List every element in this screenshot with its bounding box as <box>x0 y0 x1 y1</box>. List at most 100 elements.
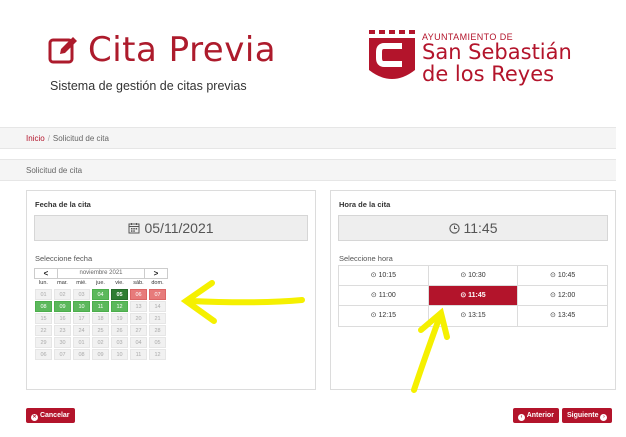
time-slot-label: 12:15 <box>378 312 396 319</box>
calendar-day: 19 <box>111 313 128 324</box>
breadcrumb: Inicio / Solicitud de cita <box>0 127 616 149</box>
calendar-day[interactable]: 10 <box>73 301 90 312</box>
selected-date-display: 05/11/2021 <box>34 215 308 241</box>
municipality-logo: AYUNTAMIENTO DE San Sebastián de los Rey… <box>368 30 572 86</box>
calendar-day: 24 <box>73 325 90 336</box>
clock-icon: ⊙ <box>550 292 558 299</box>
time-panel: Hora de la cita 11:45 Seleccione hora ⊙ … <box>330 190 616 390</box>
time-slot-row: ⊙ 10:15 ⊙ 10:30 ⊙ 10:45 <box>339 266 608 286</box>
cancel-button-label: Cancelar <box>39 412 70 419</box>
selected-time-value: 11:45 <box>463 220 498 236</box>
calendar-nav: < noviembre 2021 > <box>34 268 168 279</box>
time-slot[interactable]: ⊙ 13:45 <box>518 306 608 326</box>
breadcrumb-separator: / <box>47 134 50 143</box>
calendar-day: 15 <box>35 313 52 324</box>
calendar-day: 25 <box>92 325 109 336</box>
calendar-day[interactable]: 11 <box>92 301 109 312</box>
clock-icon: ⊙ <box>460 312 469 319</box>
time-slot[interactable]: ⊙ 12:00 <box>518 286 608 306</box>
time-slot[interactable]: ⊙ 11:00 <box>339 286 429 306</box>
breadcrumb-current: Solicitud de cita <box>52 134 109 143</box>
calendar-day: 10 <box>111 349 128 360</box>
time-slot[interactable]: ⊙ 12:15 <box>339 306 429 326</box>
calendar-day: 22 <box>35 325 52 336</box>
calendar-day: 03 <box>73 289 90 300</box>
time-slot[interactable]: ⊙ 10:45 <box>518 266 608 286</box>
calendar-weekdays: lun. mar. mié. jue. vie. sáb. dom. <box>34 279 168 288</box>
calendar-day[interactable]: 08 <box>35 301 52 312</box>
calendar-day: 26 <box>111 325 128 336</box>
time-slot-label: 10:30 <box>468 272 486 279</box>
calendar-day: 06 <box>130 289 147 300</box>
calendar-day: 11 <box>130 349 147 360</box>
brand: Cita Previa <box>48 30 276 70</box>
calendar-day: 03 <box>111 337 128 348</box>
clock-icon: ⊙ <box>370 292 379 299</box>
next-button-label: Siguiente <box>567 412 599 419</box>
calendar-week-row: 22 23 24 25 26 27 28 <box>34 324 168 336</box>
calendar-day: 18 <box>92 313 109 324</box>
weekday-label: mar. <box>57 280 68 286</box>
time-slot-label: 11:00 <box>378 292 396 299</box>
calendar-icon <box>128 223 140 234</box>
cancel-icon: ✕ <box>31 414 38 421</box>
weekday-label: mié. <box>76 280 87 286</box>
calendar-day[interactable]: 09 <box>54 301 71 312</box>
calendar-week-row: 01 02 03 04 05 06 07 <box>34 288 168 300</box>
calendar-day: 27 <box>130 325 147 336</box>
calendar-day: 28 <box>149 325 166 336</box>
calendar-day[interactable]: 04 <box>92 289 109 300</box>
calendar-day: 14 <box>149 301 166 312</box>
time-slot-label: 13:45 <box>557 312 576 319</box>
calendar-day[interactable]: 12 <box>111 301 128 312</box>
time-slot-row: ⊙ 12:15 ⊙ 13:15 ⊙ 13:45 <box>339 306 608 326</box>
calendar-day: 02 <box>92 337 109 348</box>
weekday-label: lun. <box>39 280 48 286</box>
calendar-grid: 01 02 03 04 05 06 07 08 09 10 11 12 13 14 15 16 17 18 19 20… <box>34 288 168 360</box>
time-slot[interactable]: ⊙ 13:15 <box>428 306 519 326</box>
calendar-day: 01 <box>73 337 90 348</box>
calendar-day: 02 <box>54 289 71 300</box>
breadcrumb-home-link[interactable]: Inicio <box>26 134 45 143</box>
calendar-day: 17 <box>73 313 90 324</box>
calendar-day: 09 <box>92 349 109 360</box>
clock-icon <box>448 222 460 234</box>
next-button[interactable]: Siguiente › <box>562 408 613 423</box>
selected-time-display: 11:45 <box>338 215 608 241</box>
cancel-button[interactable]: ✕ Cancelar <box>26 408 75 423</box>
calendar-day: 29 <box>35 337 52 348</box>
time-slot-row: ⊙ 11:00 ⊙ 11:45 ⊙ 12:00 <box>339 286 608 306</box>
header: Cita Previa Sistema de gestión de citas … <box>0 0 626 120</box>
time-slot-label: 10:45 <box>557 272 576 279</box>
time-slot-selected[interactable]: ⊙ 11:45 <box>428 286 519 306</box>
calendar-day: 07 <box>149 289 166 300</box>
calendar-day: 30 <box>54 337 71 348</box>
calendar-next-button[interactable]: > <box>145 269 167 278</box>
calendar-day: 16 <box>54 313 71 324</box>
time-slot[interactable]: ⊙ 10:15 <box>339 266 429 286</box>
calendar-day[interactable]: 05 <box>111 289 128 300</box>
chevron-right-icon: › <box>600 414 608 421</box>
calendar-day: 20 <box>130 313 147 324</box>
time-slot-label: 10:15 <box>378 272 396 279</box>
select-date-label: Seleccione fecha <box>35 254 93 263</box>
calendar-month-label: noviembre 2021 <box>57 269 145 278</box>
calendar-prev-button[interactable]: < <box>35 269 57 278</box>
calendar-week-row: 29 30 01 02 03 04 05 <box>34 336 168 348</box>
page: Cita Previa Sistema de gestión de citas … <box>0 0 626 437</box>
time-slot-label: 13:15 <box>468 312 486 319</box>
calendar-day: 06 <box>35 349 52 360</box>
clock-icon: ⊙ <box>550 272 558 279</box>
clock-icon: ⊙ <box>460 292 469 299</box>
time-slot[interactable]: ⊙ 10:30 <box>428 266 519 286</box>
clock-icon: ⊙ <box>460 272 469 279</box>
coat-of-arms-icon <box>369 30 415 79</box>
logo-text: AYUNTAMIENTO DE San Sebastián de los Rey… <box>422 30 572 85</box>
time-panel-title: Hora de la cita <box>339 200 391 209</box>
previous-button[interactable]: ‹ Anterior <box>513 408 559 423</box>
calendar-week-row: 15 16 17 18 19 20 21 <box>34 312 168 324</box>
selected-date-value: 05/11/2021 <box>144 220 214 236</box>
calendar-day: 07 <box>54 349 71 360</box>
select-time-label: Seleccione hora <box>339 254 393 263</box>
calendar-day: 08 <box>73 349 90 360</box>
